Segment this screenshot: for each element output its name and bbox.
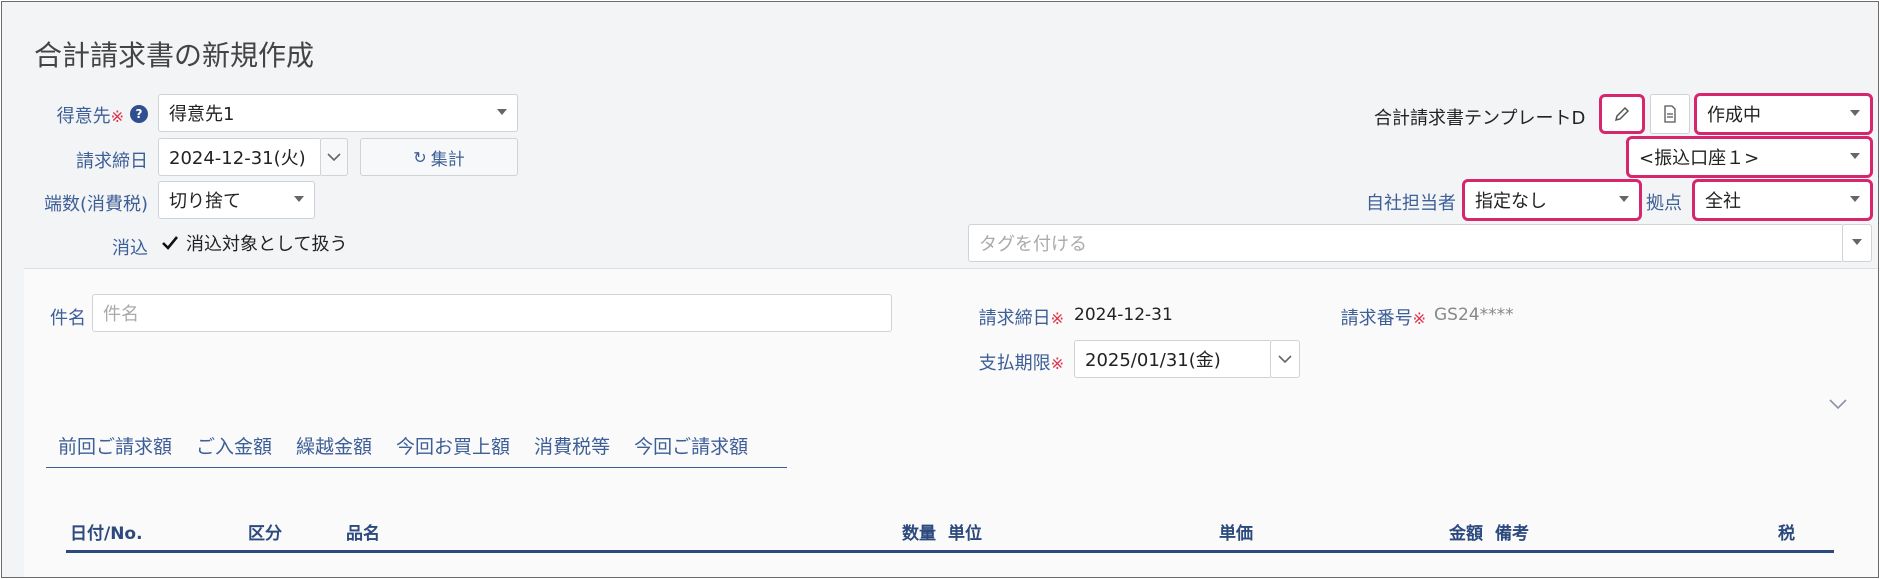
dropdown-arrow-icon <box>1850 110 1860 116</box>
checkmark-icon <box>162 236 179 250</box>
dropdown-arrow-icon <box>294 196 304 202</box>
refresh-icon: ↻ <box>413 147 427 167</box>
detail-closing-label: 請求締日 <box>978 308 1051 329</box>
due-date-input[interactable]: 2025/01/31(金) <box>1074 340 1272 378</box>
dropdown-arrow-icon <box>1852 239 1862 245</box>
chevron-down-icon <box>327 153 341 162</box>
tab-payment-received[interactable]: ご入金額 <box>184 432 284 459</box>
detail-closing-label-wrap: 請求締日※ <box>962 304 1064 330</box>
col-unit-price: 単価 <box>1219 524 1253 544</box>
aggregate-label: 集計 <box>430 149 465 170</box>
required-mark: ※ <box>1412 309 1426 328</box>
edit-template-button[interactable] <box>1599 94 1645 134</box>
status-select[interactable]: 作成中 <box>1694 93 1873 135</box>
preview-template-button[interactable] <box>1650 94 1690 134</box>
due-date-picker-button[interactable] <box>1270 340 1300 378</box>
due-date-label-wrap: 支払期限※ <box>962 349 1064 375</box>
dropdown-arrow-icon <box>1850 196 1860 202</box>
pencil-icon <box>1614 106 1630 122</box>
closing-date-input[interactable]: 2024-12-31(火) <box>158 138 322 176</box>
customer-value: 得意先1 <box>169 104 235 125</box>
col-tax: 税 <box>1778 524 1795 544</box>
tab-current-purchase[interactable]: 今回お買上額 <box>384 432 522 459</box>
dropdown-arrow-icon <box>497 109 507 115</box>
page-title: 合計請求書の新規作成 <box>34 39 315 72</box>
subject-placeholder: 件名 <box>103 304 139 325</box>
staff-select[interactable]: 指定なし <box>1462 179 1642 221</box>
col-amount: 金額 <box>1449 524 1483 544</box>
expand-chevron-button[interactable] <box>1828 394 1848 415</box>
document-icon <box>1664 105 1676 123</box>
template-name: 合計請求書テンプレートD <box>1374 108 1586 129</box>
required-mark: ※ <box>1050 309 1064 328</box>
dropdown-arrow-icon <box>1850 153 1860 159</box>
closing-date-label: 請求締日 <box>76 151 148 172</box>
col-quantity: 数量 <box>902 524 936 544</box>
col-item-name: 品名 <box>346 524 380 544</box>
rounding-value: 切り捨て <box>169 191 241 212</box>
base-select[interactable]: 全社 <box>1692 179 1873 221</box>
reconcile-checkbox[interactable]: 消込対象として扱う <box>160 230 347 256</box>
customer-label: 得意先 <box>56 106 111 127</box>
rounding-select[interactable]: 切り捨て <box>158 181 315 219</box>
items-table-header: 日付/No. 区分 品名 数量 単位 単価 金額 備考 税 <box>66 517 1834 553</box>
tags-placeholder: タグを付ける <box>979 234 1087 255</box>
due-date-value: 2025/01/31(金) <box>1085 350 1221 371</box>
tab-carried-over[interactable]: 繰越金額 <box>284 432 384 459</box>
subject-input[interactable]: 件名 <box>92 294 892 332</box>
tab-previous-billing[interactable]: 前回ご請求額 <box>46 432 184 459</box>
customer-label-wrap: 得意先※ <box>42 102 124 128</box>
base-label: 拠点 <box>1646 193 1682 214</box>
invoice-create-window: 合計請求書の新規作成 得意先※ ? 得意先1 請求締日 2024-12-31(火… <box>1 1 1879 578</box>
detail-closing-value: 2024-12-31 <box>1074 305 1173 325</box>
tab-current-billing[interactable]: 今回ご請求額 <box>622 432 760 459</box>
dropdown-arrow-icon <box>1619 196 1629 202</box>
bank-account-value: <振込口座１> <box>1639 148 1760 169</box>
required-mark: ※ <box>1050 354 1064 373</box>
invoice-no-value: GS24**** <box>1434 305 1514 325</box>
closing-date-picker-button[interactable] <box>320 138 348 176</box>
subject-label: 件名 <box>50 308 86 329</box>
reconcile-checkbox-label: 消込対象として扱う <box>186 234 348 255</box>
status-value: 作成中 <box>1707 105 1761 126</box>
invoice-no-label-wrap: 請求番号※ <box>1322 304 1426 330</box>
staff-value: 指定なし <box>1475 191 1547 212</box>
base-value: 全社 <box>1705 191 1741 212</box>
chevron-down-icon <box>1278 355 1292 364</box>
reconcile-label: 消込 <box>112 238 148 259</box>
invoice-no-label: 請求番号 <box>1340 308 1413 329</box>
tags-input[interactable]: タグを付ける <box>968 224 1844 262</box>
col-category: 区分 <box>248 524 282 544</box>
help-icon[interactable]: ? <box>130 105 148 123</box>
col-note: 備考 <box>1495 524 1529 544</box>
chevron-down-icon <box>1829 399 1847 410</box>
required-mark: ※ <box>110 107 124 126</box>
summary-tabs: 前回ご請求額 ご入金額 繰越金額 今回お買上額 消費税等 今回ご請求額 <box>46 432 787 468</box>
aggregate-button[interactable]: ↻ 集計 <box>360 138 518 176</box>
rounding-label: 端数(消費税) <box>43 194 148 215</box>
closing-date-value: 2024-12-31(火) <box>169 148 306 169</box>
tags-dropdown-button[interactable] <box>1842 224 1872 262</box>
tab-consumption-tax[interactable]: 消費税等 <box>522 432 622 459</box>
col-unit: 単位 <box>948 524 982 544</box>
bank-account-select[interactable]: <振込口座１> <box>1626 136 1873 178</box>
customer-select[interactable]: 得意先1 <box>158 94 518 132</box>
col-date-no: 日付/No. <box>70 524 143 544</box>
due-date-label: 支払期限 <box>978 353 1051 374</box>
staff-label: 自社担当者 <box>1366 193 1456 214</box>
